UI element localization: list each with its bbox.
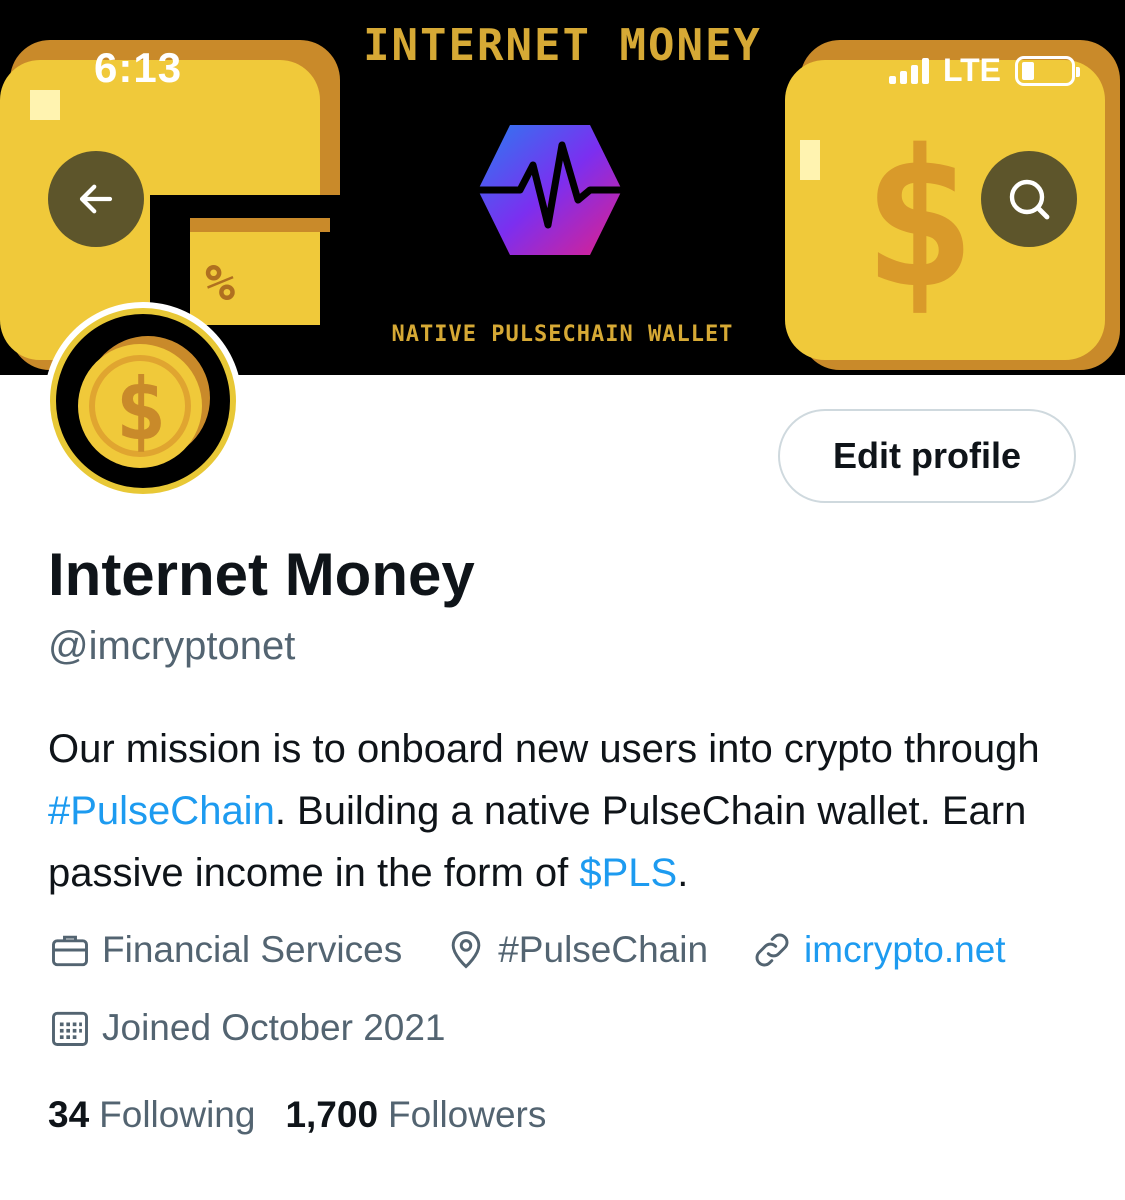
- followers-label: Followers: [388, 1094, 547, 1135]
- bio-hashtag-link[interactable]: #PulseChain: [48, 789, 275, 833]
- network-label: LTE: [942, 52, 1001, 88]
- edit-profile-button[interactable]: Edit profile: [778, 409, 1076, 503]
- profile-joined: Joined October 2021: [48, 1006, 446, 1050]
- following-link[interactable]: 34 Following: [48, 1094, 255, 1136]
- bio-text: Our mission is to onboard new users into…: [48, 727, 1040, 771]
- following-count: 34: [48, 1094, 90, 1135]
- location-pin-icon: [451, 931, 481, 969]
- profile-category: Financial Services: [48, 928, 402, 972]
- category-label: Financial Services: [102, 929, 403, 970]
- svg-text:%: %: [205, 254, 235, 312]
- back-arrow-icon: [79, 184, 113, 214]
- followers-count: 1,700: [285, 1094, 379, 1135]
- search-button[interactable]: [981, 151, 1077, 247]
- back-button[interactable]: [48, 151, 144, 247]
- profile-meta-row: Financial Services #PulseChain imcrypto.…: [48, 928, 1048, 972]
- svg-text:$: $: [115, 360, 167, 460]
- pulsechain-hexagon-logo: [478, 125, 622, 255]
- user-handle: @imcryptonet: [48, 624, 296, 668]
- signal-icon: [888, 57, 929, 84]
- link-icon: [755, 933, 789, 967]
- profile-joined-row: Joined October 2021: [48, 1006, 488, 1050]
- profile-location: #PulseChain: [444, 928, 708, 972]
- status-time: 6:13: [94, 44, 183, 91]
- avatar[interactable]: $: [44, 302, 242, 500]
- profile-bio: Our mission is to onboard new users into…: [48, 718, 1088, 904]
- following-label: Following: [99, 1094, 256, 1135]
- website-link[interactable]: imcrypto.net: [804, 929, 1006, 971]
- profile-website[interactable]: imcrypto.net: [750, 928, 1006, 972]
- follow-stats: 34 Following 1,700 Followers: [48, 1094, 546, 1136]
- svg-text:$: $: [862, 109, 976, 330]
- followers-link[interactable]: 1,700 Followers: [285, 1094, 546, 1136]
- status-indicators: LTE: [888, 52, 1080, 89]
- briefcase-icon: [52, 935, 88, 967]
- joined-label: Joined October 2021: [102, 1007, 446, 1048]
- display-name: Internet Money: [48, 541, 475, 608]
- bio-text: .: [677, 851, 689, 895]
- calendar-icon: [52, 1011, 88, 1046]
- search-icon: [1009, 179, 1050, 220]
- coin-avatar-icon: $: [78, 336, 210, 468]
- location-label: #PulseChain: [498, 929, 709, 970]
- bio-cashtag-link[interactable]: $PLS: [579, 851, 677, 895]
- battery-icon: [1015, 55, 1080, 86]
